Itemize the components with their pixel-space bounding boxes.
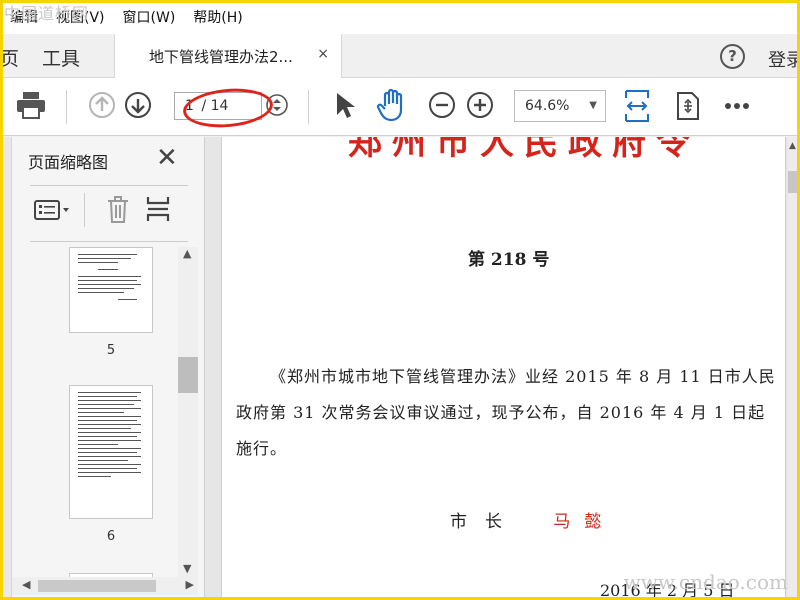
document-signature: 市长 马懿 <box>450 507 615 532</box>
divider <box>30 241 188 242</box>
tab-document-label: 地下管线管理办法2... <box>149 48 293 66</box>
print-icon[interactable] <box>16 91 46 119</box>
signature-name: 马懿 <box>553 512 616 532</box>
left-rail <box>0 137 12 600</box>
zoom-out-icon[interactable] <box>428 91 456 119</box>
page-stepper-icon[interactable] <box>266 94 288 116</box>
menu-window[interactable]: 窗口(W) <box>123 7 176 27</box>
page-number-input[interactable]: 1 / 14 <box>174 92 262 120</box>
scroll-left-icon[interactable]: ◀ <box>22 578 30 591</box>
tab-document[interactable]: 地下管线管理办法2... × <box>114 34 342 79</box>
document-title: 郑州市人民政府令 <box>348 137 700 163</box>
close-panel-icon[interactable]: ✕ <box>156 143 178 173</box>
watermark-bottom-right: www.cndao.com <box>623 570 788 594</box>
thumbnail-horizontal-scrollbar[interactable]: ◀ ▶ <box>12 577 198 595</box>
thumbnail-page-label: 5 <box>106 343 116 358</box>
chevron-down-icon: ▼ <box>589 100 597 111</box>
insert-page-icon[interactable] <box>146 195 170 223</box>
tab-home[interactable]: 页 <box>0 44 19 71</box>
select-cursor-icon[interactable] <box>334 91 356 121</box>
scroll-up-icon[interactable]: ▲ <box>789 141 796 151</box>
zoom-level-select[interactable]: 64.6% ▼ <box>514 90 606 122</box>
next-page-icon[interactable] <box>124 91 152 119</box>
current-page-value: 1 <box>185 98 194 114</box>
toolbar-divider <box>308 90 309 124</box>
page-thumbnail-5[interactable] <box>69 247 153 333</box>
scroll-up-icon[interactable]: ▲ <box>183 247 191 260</box>
login-button[interactable]: 登录 <box>768 46 800 72</box>
signature-label: 市长 <box>450 512 520 532</box>
panel-title: 页面缩略图 <box>28 153 109 172</box>
tab-tools[interactable]: 工具 <box>42 44 80 71</box>
document-page: 郑州市人民政府令 第 218 号 《郑州市城市地下管线管理办法》业经 2015 … <box>221 137 786 600</box>
document-view[interactable]: 郑州市人民政府令 第 218 号 《郑州市城市地下管线管理办法》业经 2015 … <box>205 137 800 600</box>
hand-tool-icon[interactable] <box>376 88 408 122</box>
close-tab-icon[interactable]: × <box>317 46 329 62</box>
thumbnail-page-label: 6 <box>106 529 116 544</box>
more-options-icon[interactable] <box>724 102 750 110</box>
zoom-in-icon[interactable] <box>466 91 494 119</box>
page-thumbnails-panel: 页面缩略图 ✕ 5 6 ▲ ▼ ◀ ▶ <box>0 137 205 600</box>
trash-icon[interactable] <box>106 195 130 223</box>
total-pages: / 14 <box>201 98 229 114</box>
thumbnail-vertical-scrollbar[interactable]: ▲ ▼ <box>178 247 198 577</box>
menu-bar: 编辑 视图(V) 窗口(W) 帮助(H) <box>0 0 800 34</box>
thumbnail-text <box>78 254 144 303</box>
thumbnail-options-icon[interactable] <box>34 197 72 223</box>
scrollbar-thumb[interactable] <box>38 580 156 592</box>
zoom-level-value: 64.6% <box>525 98 570 114</box>
previous-page-icon[interactable] <box>88 91 116 119</box>
watermark-top-left: 中国道桥网 <box>4 4 90 23</box>
document-vertical-scrollbar[interactable]: ▲ <box>788 137 800 600</box>
page-thumbnail-6[interactable] <box>69 385 153 519</box>
tab-bar: 页 工具 地下管线管理办法2... × ? 登录 <box>0 34 800 79</box>
menu-help[interactable]: 帮助(H) <box>193 7 242 27</box>
divider <box>84 193 85 227</box>
toolbar-divider <box>66 90 67 124</box>
main-toolbar: 1 / 14 64.6% ▼ <box>0 78 800 136</box>
scroll-down-icon[interactable]: ▼ <box>183 562 191 575</box>
scroll-right-icon[interactable]: ▶ <box>186 578 194 591</box>
fit-width-icon[interactable] <box>624 90 650 122</box>
document-paragraph: 《郑州市城市地下管线管理办法》业经 2015 年 8 月 11 日市人民政府第 … <box>236 367 776 458</box>
divider <box>30 185 188 186</box>
thumbnail-text <box>78 392 144 480</box>
scrollbar-thumb[interactable] <box>178 357 198 393</box>
scrollbar-thumb[interactable] <box>788 171 800 193</box>
read-mode-icon[interactable] <box>676 92 700 120</box>
document-number: 第 218 号 <box>468 250 550 270</box>
help-icon[interactable]: ? <box>720 44 745 69</box>
